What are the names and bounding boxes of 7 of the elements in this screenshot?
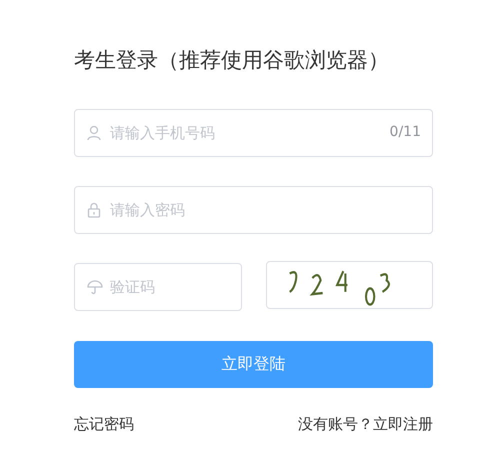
captcha-field[interactable]: 验证码	[74, 263, 242, 311]
character-count: 0/11	[390, 124, 421, 140]
forgot-password-link[interactable]: 忘记密码	[74, 415, 134, 434]
page-title: 考生登录（推荐使用谷歌浏览器）	[74, 47, 390, 74]
password-field[interactable]: 请输入密码	[74, 186, 433, 234]
register-link[interactable]: 立即注册	[373, 415, 433, 434]
register-prompt: 没有账号？	[298, 415, 373, 434]
